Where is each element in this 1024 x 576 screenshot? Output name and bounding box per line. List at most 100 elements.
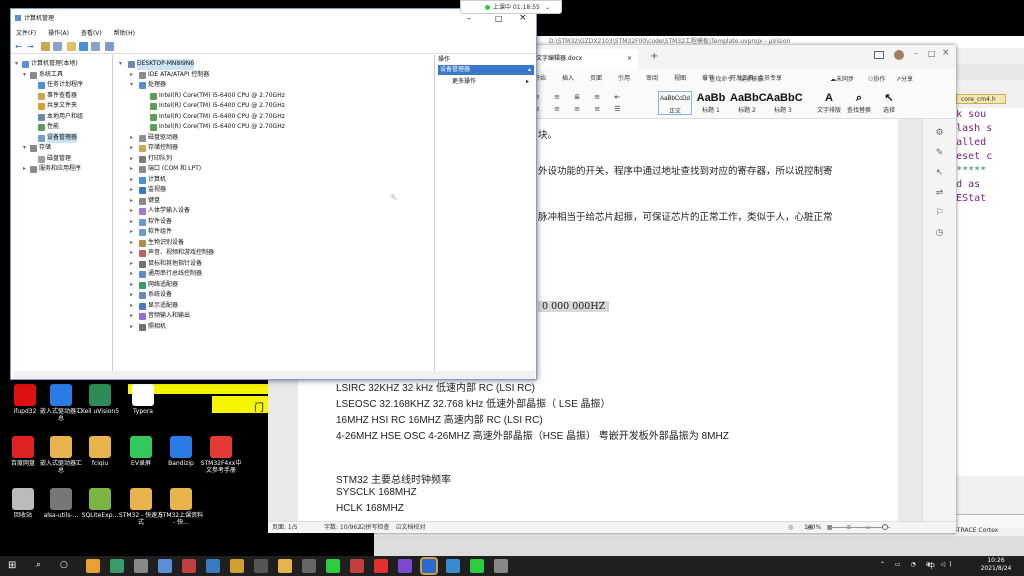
actions-title[interactable]: 设备管理器 ▴: [438, 65, 534, 75]
taskbar-app-icon[interactable]: [446, 559, 460, 573]
device-tree-item[interactable]: Intel(R) Core(TM) i5-6400 CPU @ 2.70GHz: [115, 91, 434, 102]
taskbar-app-icon[interactable]: [278, 559, 292, 573]
unsync-label[interactable]: ☁未同步: [830, 74, 854, 83]
collapse-arrow-icon[interactable]: ▸: [130, 238, 136, 249]
spell-check[interactable]: ☑拼写检查: [360, 522, 389, 534]
nav-tree-item[interactable]: ▾ 计算机管理(本地): [13, 59, 112, 70]
desktop-icon[interactable]: fciqiu: [77, 436, 123, 467]
desktop-icon[interactable]: Keil uVision5: [77, 384, 123, 415]
doc-tab[interactable]: 文字编辑器.docx ×: [530, 49, 638, 69]
task-view-icon[interactable]: ○: [60, 560, 68, 570]
menu-item[interactable]: 文件(F): [16, 30, 36, 37]
paragraph-tools[interactable]: ≡ ≡ ≣ ≡ ⇤ ≡ ≡ ≡ ≡ ☰: [534, 93, 654, 113]
minimize-icon[interactable]: –: [914, 49, 918, 58]
ribbon-tab[interactable]: 审阅: [646, 73, 658, 82]
nav-tree-item[interactable]: 设备管理器: [13, 132, 112, 143]
collapse-arrow-icon[interactable]: ▸: [130, 311, 136, 322]
device-tree-item[interactable]: ▸ 磁盘驱动器: [115, 133, 434, 144]
taskbar-app-icon[interactable]: [254, 559, 268, 573]
device-tree-item[interactable]: ▸ 照相机: [115, 322, 434, 333]
device-tree-item[interactable]: ▸ 软件组件: [115, 227, 434, 238]
clock[interactable]: 10:26 2021/8/24: [974, 557, 1018, 573]
style-preset[interactable]: AaBb 标题 1: [694, 91, 728, 115]
desktop-icon[interactable]: STM32上课资料 - 快...: [158, 488, 204, 526]
style-preset[interactable]: AaBbC 标题 2: [730, 91, 767, 115]
expand-arrow-icon[interactable]: ▾: [15, 59, 21, 70]
collapse-arrow-icon[interactable]: ▸: [130, 196, 136, 207]
taskbar-app-icon[interactable]: [470, 559, 484, 573]
nav-tree-item[interactable]: 任务计划程序: [13, 80, 112, 91]
expand-arrow-icon[interactable]: ▾: [23, 70, 29, 81]
up-folder-icon[interactable]: [41, 42, 50, 51]
collapse-arrow-icon[interactable]: ▸: [130, 227, 136, 238]
desktop-icon[interactable]: SQLiteExp...: [77, 488, 123, 519]
maximize-icon[interactable]: □: [928, 49, 936, 58]
back-icon[interactable]: ←: [15, 42, 24, 51]
share-button[interactable]: ↗分享: [896, 74, 913, 83]
forward-icon[interactable]: →: [27, 42, 36, 51]
collapse-arrow-icon[interactable]: ▸: [130, 269, 136, 280]
start-icon[interactable]: ⊞: [8, 560, 16, 571]
taskbar-app-icon[interactable]: [182, 559, 196, 573]
taskbar-app-icon[interactable]: [230, 559, 244, 573]
device-tree-item[interactable]: ▸ IDE ATA/ATAPI 控制器: [115, 70, 434, 81]
taskbar-app-icon[interactable]: [206, 559, 220, 573]
style-preset[interactable]: AaBbC 标题 3: [766, 91, 803, 115]
device-tree-item[interactable]: ▸ 通用串行总线控制器: [115, 269, 434, 280]
desktop-icon[interactable]: STM32F4xx中文参考手册: [198, 436, 244, 474]
device-tree-item[interactable]: Intel(R) Core(TM) i5-6400 CPU @ 2.70GHz: [115, 122, 434, 133]
collapse-arrow-icon[interactable]: ▸: [130, 154, 136, 165]
taskbar-app-icon[interactable]: [134, 559, 148, 573]
taskbar-app-icon[interactable]: [302, 559, 316, 573]
collapse-arrow-icon[interactable]: ▸: [130, 217, 136, 228]
device-tree-item[interactable]: ▸ 端口 (COM 和 LPT): [115, 164, 434, 175]
taskbar-app-icon[interactable]: [86, 559, 100, 573]
device-tree-item[interactable]: ▸ 音频输入和输出: [115, 311, 434, 322]
device-tree-item[interactable]: ▸ 存储控制器: [115, 143, 434, 154]
ribbon-tab[interactable]: 插入: [562, 73, 574, 82]
menu-item[interactable]: 帮助(H): [114, 30, 135, 37]
keil-file-tab[interactable]: core_cm4.h: [956, 94, 1006, 104]
ribbon-tool[interactable]: ⌕ 查找替换: [844, 91, 874, 115]
device-tree-item[interactable]: ▸ 打印队列: [115, 154, 434, 165]
tray-icons[interactable]: ⌃ ▭ ◔ ⊕ ◁): [880, 561, 956, 568]
nav-tree-item[interactable]: 性能: [13, 122, 112, 133]
collapse-arrow-icon[interactable]: ▸: [130, 70, 136, 81]
nav-tree-item[interactable]: ▸ 服务和应用程序: [13, 164, 112, 175]
collapse-arrow-icon[interactable]: ▸: [130, 175, 136, 186]
device-tree-item[interactable]: Intel(R) Core(TM) i5-6400 CPU @ 2.70GHz: [115, 101, 434, 112]
menu-item[interactable]: 查看(V): [81, 30, 102, 37]
device-tree-item[interactable]: ▾ DESKTOP-MN8I9N6: [115, 59, 434, 70]
ribbon-tab[interactable]: 引用: [618, 73, 630, 82]
collapse-arrow-icon[interactable]: ▸: [130, 143, 136, 154]
nav-tree-item[interactable]: 事件查看器: [13, 91, 112, 102]
help-icon[interactable]: [79, 42, 88, 51]
recording-indicator[interactable]: 上课中 01:18:55 ⌄: [460, 0, 562, 14]
window-layout-icon[interactable]: [874, 51, 884, 59]
collapse-arrow-icon[interactable]: ▸: [130, 206, 136, 217]
more-actions[interactable]: 更多操作 ▸: [452, 77, 532, 87]
style-preset[interactable]: AaBbCcDd 正文: [658, 91, 692, 115]
taskbar-app-icon[interactable]: [158, 559, 172, 573]
monitor-icon[interactable]: [105, 42, 114, 51]
taskbar-app-icon[interactable]: [398, 559, 412, 573]
ribbon-tool[interactable]: ↖ 选择: [874, 91, 904, 115]
device-tree-item[interactable]: ▸ 监视器: [115, 185, 434, 196]
zoom-slider-handle[interactable]: [882, 524, 888, 530]
nav-tree-item[interactable]: ▾ 存储: [13, 143, 112, 154]
taskbar-app-icon[interactable]: [420, 557, 438, 575]
doc-proof[interactable]: ☑文档校对: [396, 522, 425, 534]
taskbar-app-icon[interactable]: [350, 559, 364, 573]
new-tab-icon[interactable]: +: [650, 51, 658, 62]
device-tree-item[interactable]: ▸ 生物识别设备: [115, 238, 434, 249]
view-mode-icons[interactable]: ◎ ▤ ▦ ⊕ ▭: [788, 522, 877, 534]
show-tree-icon[interactable]: [53, 42, 62, 51]
taskbar-app-icon[interactable]: [326, 559, 340, 573]
collapse-arrow-icon[interactable]: ▸: [130, 133, 136, 144]
nav-tree-item[interactable]: 磁盘管理: [13, 154, 112, 165]
zoom-slider[interactable]: [830, 527, 890, 528]
search-box[interactable]: ⌕ 查找命令、搜索模板: [704, 74, 763, 84]
collapse-arrow-icon[interactable]: ▸: [23, 164, 29, 175]
close-icon[interactable]: ×: [942, 48, 950, 58]
nav-tree-item[interactable]: 本地用户和组: [13, 112, 112, 123]
